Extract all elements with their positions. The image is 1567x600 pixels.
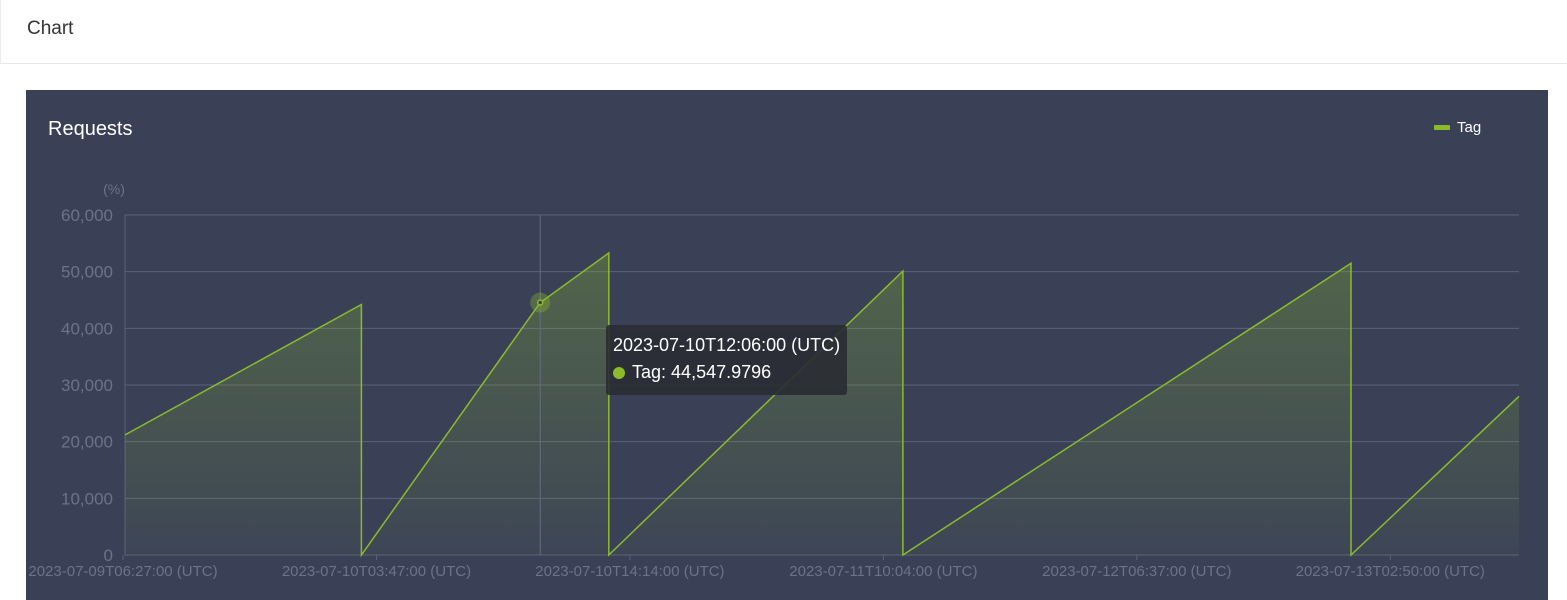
series-area-tag bbox=[125, 253, 1519, 555]
legend-item-tag[interactable]: Tag bbox=[1434, 119, 1481, 136]
tooltip-series-name: Tag bbox=[632, 362, 662, 382]
y-tick-label: 60,000 bbox=[61, 206, 113, 225]
hover-point bbox=[536, 299, 544, 306]
x-tick-label: 2023-07-13T02:50:00 (UTC) bbox=[1296, 563, 1485, 580]
y-tick-label: 40,000 bbox=[61, 319, 113, 338]
tooltip-title: 2023-07-10T12:06:00 (UTC) bbox=[613, 335, 841, 355]
tooltip-row: Tag: 44,547.9796 bbox=[613, 359, 840, 386]
page-title: Chart bbox=[27, 18, 74, 39]
legend-swatch bbox=[1434, 125, 1450, 130]
x-tick-label: 2023-07-10T03:47:00 (UTC) bbox=[282, 563, 471, 580]
y-tick-label: 30,000 bbox=[61, 376, 113, 395]
legend-label: Tag bbox=[1457, 119, 1482, 136]
x-tick-label: 2023-07-11T10:04:00 (UTC) bbox=[789, 563, 977, 580]
y-tick-label: 10,000 bbox=[61, 489, 113, 508]
y-tick-label: 20,000 bbox=[61, 433, 113, 452]
y-tick-label: 50,000 bbox=[61, 263, 113, 282]
x-tick-label: 2023-07-12T06:37:00 (UTC) bbox=[1042, 563, 1231, 580]
y-axis-unit: (%) bbox=[103, 181, 125, 197]
tooltip-series-dot bbox=[613, 366, 625, 379]
page-header: Chart bbox=[0, 0, 1567, 64]
chart-tooltip: 2023-07-10T12:06:00 (UTC) Tag: 44,547.97… bbox=[606, 325, 848, 395]
chart-card: 0 10,000 20,000 30,000 40,000 50,000 60,000 (%)… bbox=[26, 90, 1548, 600]
x-tick-label: 2023-07-10T14:14:00 (UTC) bbox=[535, 563, 724, 580]
tooltip-value: 44,547.9796 bbox=[671, 362, 772, 382]
tooltip-separator: : bbox=[661, 362, 672, 382]
chart-title: Requests bbox=[48, 118, 133, 140]
x-tick-label: 2023-07-09T06:27:00 (UTC) bbox=[28, 563, 217, 580]
